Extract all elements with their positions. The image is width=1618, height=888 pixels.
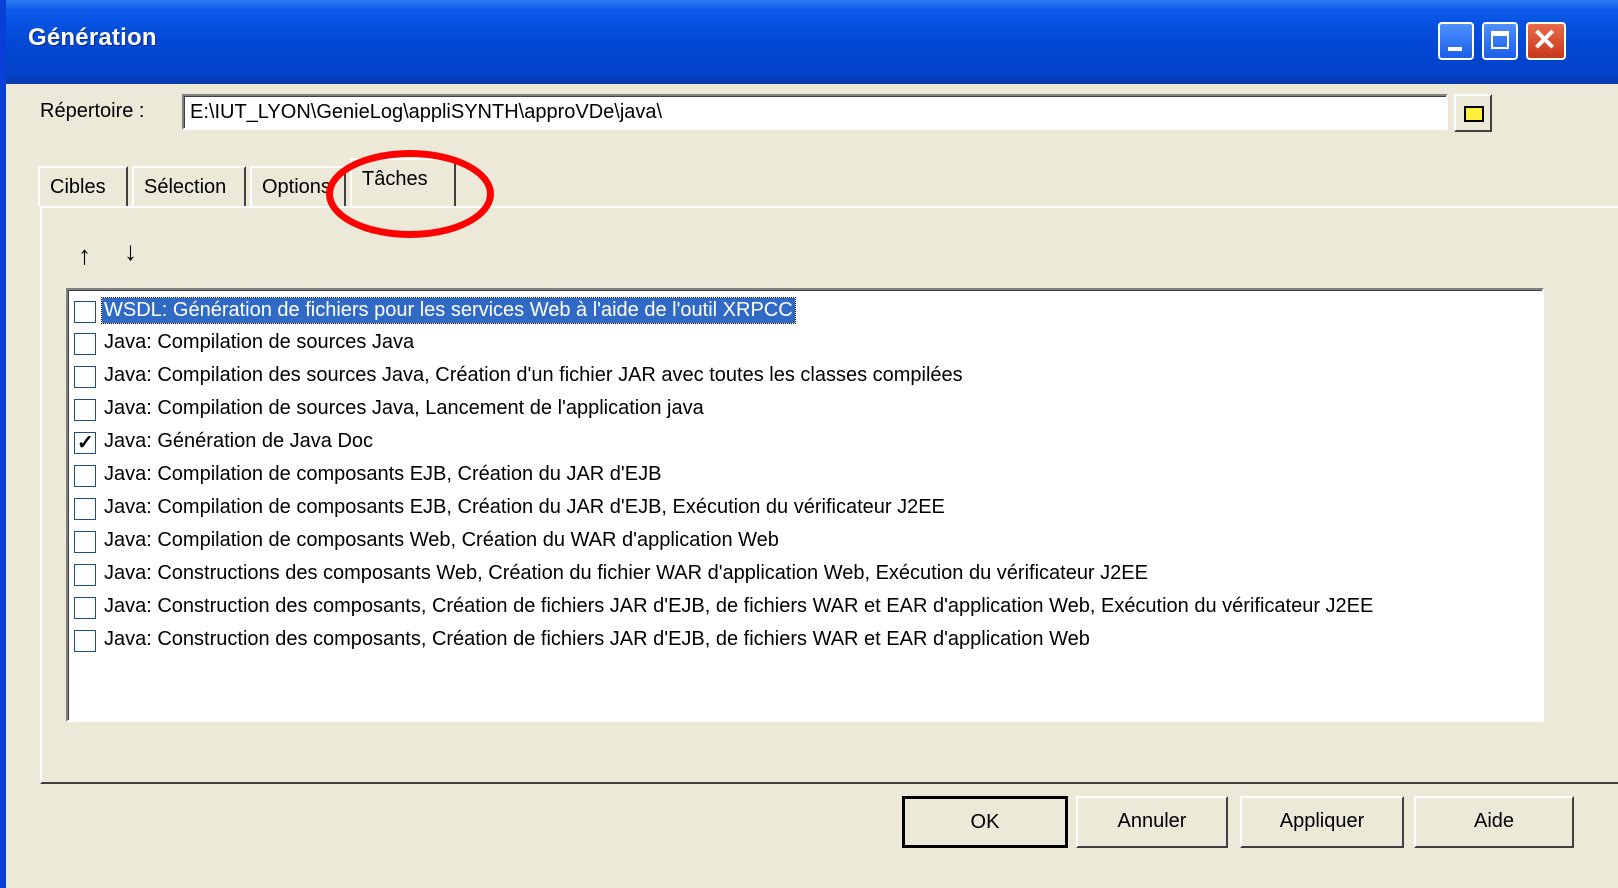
tab-cibles[interactable]: Cibles bbox=[38, 166, 128, 206]
task-label: Java: Construction des composants, Créat… bbox=[104, 628, 1090, 650]
task-label: Java: Compilation de sources Java, Lance… bbox=[104, 397, 704, 419]
task-checkbox[interactable] bbox=[74, 597, 96, 619]
task-checkbox[interactable] bbox=[74, 301, 96, 323]
folder-icon bbox=[1464, 106, 1484, 122]
task-checkbox[interactable] bbox=[74, 399, 96, 421]
minimize-button[interactable] bbox=[1438, 22, 1474, 60]
task-checkbox[interactable] bbox=[74, 366, 96, 388]
maximize-icon bbox=[1491, 31, 1509, 49]
task-checkbox[interactable]: ✓ bbox=[74, 432, 96, 454]
close-icon: ✕ bbox=[1532, 24, 1558, 57]
minimize-icon bbox=[1448, 47, 1462, 51]
move-up-icon[interactable]: ↑ bbox=[78, 240, 91, 271]
task-label: Java: Compilation de composants Web, Cré… bbox=[104, 529, 779, 551]
task-label: Java: Construction des composants, Créat… bbox=[104, 595, 1374, 617]
directory-field[interactable]: E:\IUT_LYON\GenieLog\appliSYNTH\approVDe… bbox=[182, 94, 1448, 130]
title-bar[interactable]: Génération ✕ bbox=[6, 0, 1618, 84]
ok-button[interactable]: OK bbox=[902, 796, 1068, 848]
tab-options[interactable]: Options bbox=[250, 166, 346, 206]
task-label: Java: Compilation de composants EJB, Cré… bbox=[104, 496, 945, 518]
maximize-button[interactable] bbox=[1482, 22, 1518, 60]
cancel-button[interactable]: Annuler bbox=[1076, 796, 1228, 848]
window-title: Génération bbox=[28, 24, 157, 51]
task-checkbox[interactable] bbox=[74, 465, 96, 487]
task-label: Java: Constructions des composants Web, … bbox=[104, 562, 1148, 584]
move-down-icon[interactable]: ↓ bbox=[124, 236, 137, 267]
directory-label: Répertoire : bbox=[40, 100, 145, 122]
browse-folder-button[interactable] bbox=[1454, 94, 1492, 132]
task-label: Java: Compilation de sources Java bbox=[104, 331, 415, 353]
task-checkbox[interactable] bbox=[74, 630, 96, 652]
task-label: WSDL: Génération de fichiers pour les se… bbox=[101, 297, 796, 324]
task-checkbox[interactable] bbox=[74, 498, 96, 520]
apply-button[interactable]: Appliquer bbox=[1240, 796, 1404, 848]
close-button[interactable]: ✕ bbox=[1526, 22, 1566, 60]
help-button[interactable]: Aide bbox=[1414, 796, 1574, 848]
tab-taches[interactable]: Tâches bbox=[350, 158, 456, 206]
task-label: Java: Compilation de composants EJB, Cré… bbox=[104, 463, 662, 485]
tab-selection[interactable]: Sélection bbox=[132, 166, 246, 206]
task-label: Java: Génération de Java Doc bbox=[104, 430, 374, 452]
task-label: Java: Compilation des sources Java, Créa… bbox=[104, 364, 963, 386]
task-checkbox[interactable] bbox=[74, 564, 96, 586]
tasks-list[interactable]: WSDL: Génération de fichiers pour les se… bbox=[66, 288, 1544, 722]
task-checkbox[interactable] bbox=[74, 531, 96, 553]
generation-dialog: Génération ✕ Répertoire : E:\IUT_LYON\Ge… bbox=[0, 0, 1618, 888]
check-icon: ✓ bbox=[77, 432, 94, 454]
task-checkbox[interactable] bbox=[74, 333, 96, 355]
